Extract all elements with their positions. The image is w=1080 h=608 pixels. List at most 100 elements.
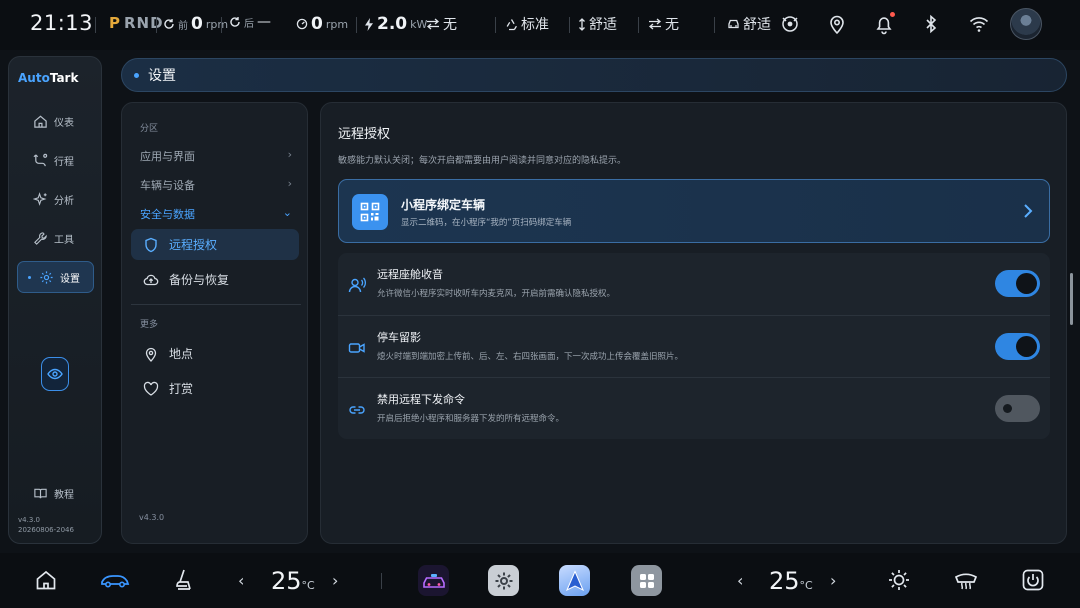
power-button[interactable] xyxy=(1020,567,1046,593)
nav-rail: AutoTark 仪表 行程 分析 工具 设置 教程 v4.3.0 202608… xyxy=(8,56,102,544)
setting-disable-remote-commands: 禁用远程下发命令 开启后拒绝小程序和服务器下发的所有远程命令。 xyxy=(338,377,1050,439)
setting-description: 允许微信小程序实时收听车内麦克风，开启前需确认隐私授权。 xyxy=(377,289,616,299)
settings-list: 远程座舱收音 允许微信小程序实时收听车内麦克风，开启前需确认隐私授权。 停车留影… xyxy=(338,253,1050,439)
section-item-label: 备份与恢复 xyxy=(169,273,230,287)
home-button[interactable] xyxy=(33,567,59,593)
status-bar: 21:13 P RND 前 0 rpm 后 — 0 rpm 2.0 kW 无 标准… xyxy=(0,0,1080,50)
left-temp-decrease[interactable]: ‹ xyxy=(238,571,244,590)
home-icon xyxy=(36,570,56,590)
divider xyxy=(569,17,570,33)
rail-item-dashboard[interactable]: 仪表 xyxy=(17,105,94,137)
steering-mode: 无 xyxy=(648,14,679,34)
dashcam-app[interactable] xyxy=(418,565,449,596)
left-temp-increase[interactable]: › xyxy=(332,571,338,590)
section-heading: 更多 xyxy=(140,320,159,330)
suspension-mode: 舒适 xyxy=(578,14,617,34)
rear-rpm-value: — xyxy=(257,14,271,30)
wifi-icon[interactable] xyxy=(968,13,990,35)
route-icon xyxy=(33,153,48,166)
app-grid-button[interactable] xyxy=(631,565,662,596)
divider xyxy=(638,17,639,33)
scrollbar[interactable] xyxy=(1070,273,1073,325)
setting-title: 禁用远程下发命令 xyxy=(377,393,465,406)
gear-rnd: RND xyxy=(124,14,164,32)
bluetooth-icon[interactable] xyxy=(920,13,942,35)
rear-label: 后 xyxy=(244,18,254,30)
power-value: 2.0 xyxy=(377,14,408,34)
category-security-data[interactable]: 安全与数据 ⌄ xyxy=(140,206,292,222)
gauge-icon xyxy=(296,18,308,30)
category-vehicle-devices[interactable]: 车辆与设备 › xyxy=(140,177,292,193)
bolt-icon xyxy=(365,17,373,31)
rail-item-tools[interactable]: 工具 xyxy=(17,222,94,254)
rear-motor-rpm: 后 — xyxy=(229,14,271,30)
seat-button[interactable] xyxy=(170,567,196,593)
bind-vehicle-card[interactable]: 小程序绑定车辆 显示二维码，在小程序“我的”页扫码绑定车辆 xyxy=(338,179,1050,243)
rail-item-label: 教程 xyxy=(54,489,74,501)
brightness-button[interactable] xyxy=(886,567,912,593)
section-item-places[interactable]: 地点 xyxy=(131,338,299,369)
version-label: v4.3.0 xyxy=(139,513,165,522)
right-temperature: 25°C xyxy=(769,567,813,595)
disable-remote-commands-toggle[interactable] xyxy=(995,395,1040,422)
rotation-icon xyxy=(164,19,174,29)
section-item-remote-auth[interactable]: 远程授权 xyxy=(131,229,299,260)
car-camera-icon xyxy=(422,573,445,588)
power-reading: 2.0 kW xyxy=(364,14,427,34)
section-item-label: 地点 xyxy=(169,347,194,361)
divider xyxy=(356,17,357,33)
setting-parking-snapshot: 停车留影 熄火时端到端加密上传前、后、左、右四张画面，下一次成功上传会覆盖旧照片… xyxy=(338,315,1050,377)
sparkle-icon xyxy=(33,191,47,206)
updown-arrow-icon xyxy=(579,17,585,31)
shield-icon xyxy=(145,237,157,252)
comfort-value: 舒适 xyxy=(743,17,771,33)
section-heading: 分区 xyxy=(140,124,159,134)
rail-item-trips[interactable]: 行程 xyxy=(17,144,94,176)
chevron-right-icon: › xyxy=(287,177,292,190)
rail-item-label: 行程 xyxy=(54,156,74,168)
content-description: 敏感能力默认关闭；每次开启都需要由用户阅读并同意对应的隐私提示。 xyxy=(338,156,627,166)
build-number: 20260806-2046 xyxy=(18,526,74,534)
right-temp-increase[interactable]: › xyxy=(830,571,836,590)
rotation-icon xyxy=(230,17,240,27)
seat-icon xyxy=(176,569,191,590)
defrost-button[interactable] xyxy=(953,567,979,593)
settings-app[interactable] xyxy=(488,565,519,596)
drive-mode-value: 标准 xyxy=(521,17,549,33)
parking-snapshot-toggle[interactable] xyxy=(995,333,1040,360)
sensor-icon[interactable] xyxy=(779,13,801,35)
user-avatar[interactable] xyxy=(1010,8,1042,40)
category-label: 应用与界面 xyxy=(140,150,195,163)
rail-item-analysis[interactable]: 分析 xyxy=(17,183,94,215)
book-icon xyxy=(34,488,47,498)
chevron-down-icon: ⌄ xyxy=(282,206,292,219)
category-label: 车辆与设备 xyxy=(140,179,195,192)
divider xyxy=(131,304,301,305)
navigation-app[interactable] xyxy=(559,565,590,596)
rail-item-label: 工具 xyxy=(54,234,74,246)
version-info: v4.3.0 20260806-2046 xyxy=(18,515,74,535)
remote-audio-toggle[interactable] xyxy=(995,270,1040,297)
section-item-label: 远程授权 xyxy=(169,238,218,252)
location-pin-icon[interactable] xyxy=(826,13,848,35)
car-icon xyxy=(101,575,130,588)
category-apps-ui[interactable]: 应用与界面 › xyxy=(140,148,292,164)
right-temp-decrease[interactable]: ‹ xyxy=(737,571,743,590)
eye-icon xyxy=(47,368,63,380)
setting-title: 远程座舱收音 xyxy=(377,268,443,281)
front-rpm-value: 0 xyxy=(191,14,203,34)
bind-card-title: 小程序绑定车辆 xyxy=(401,198,486,212)
section-item-backup[interactable]: 备份与恢复 xyxy=(131,264,299,295)
link-icon xyxy=(349,406,365,414)
rail-item-tutorial[interactable]: 教程 xyxy=(17,477,94,509)
drive-mode: 标准 xyxy=(505,14,549,34)
vehicle-button[interactable] xyxy=(100,567,130,593)
section-item-tip[interactable]: 打赏 xyxy=(131,373,299,404)
listening-person-icon xyxy=(348,277,366,293)
rail-item-settings[interactable]: 设置 xyxy=(17,261,94,293)
content-title: 远程授权 xyxy=(338,127,391,142)
privacy-eye-button[interactable] xyxy=(41,357,69,391)
toggle-knob xyxy=(1003,404,1012,413)
defrost-icon xyxy=(954,573,978,590)
front-motor-rpm: 前 0 rpm xyxy=(163,14,228,34)
